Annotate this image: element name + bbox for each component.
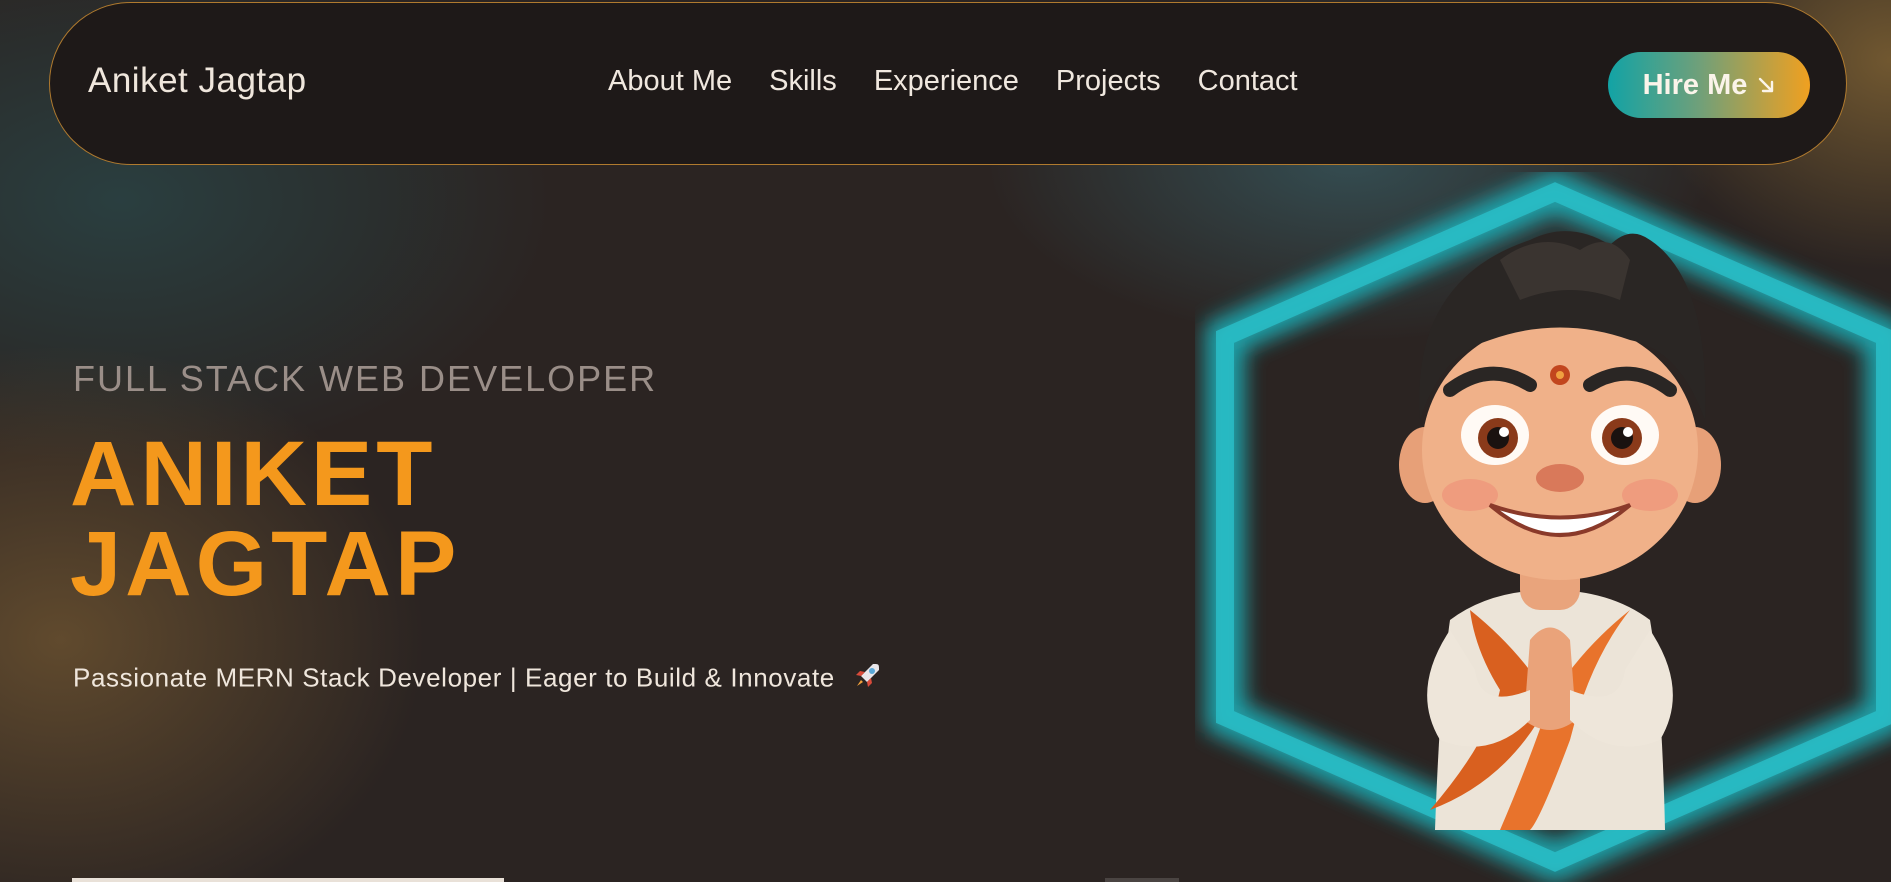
avatar-illustration xyxy=(1380,220,1740,830)
nav-link-skills[interactable]: Skills xyxy=(769,65,837,98)
page: Aniket Jagtap About Me Skills Experience… xyxy=(0,0,1891,882)
hire-me-button[interactable]: Hire Me xyxy=(1608,52,1810,118)
arrow-down-right-icon xyxy=(1757,76,1775,94)
hire-me-label: Hire Me xyxy=(1642,68,1748,101)
rocket-icon xyxy=(851,660,883,699)
hero-subtitle: FULL STACK WEB DEVELOPER xyxy=(73,358,658,399)
nav-links: About Me Skills Experience Projects Cont… xyxy=(608,65,1298,98)
hero-tagline-row: Passionate MERN Stack Developer | Eager … xyxy=(73,660,883,699)
hero-name-line-1: ANIKET xyxy=(70,423,437,525)
nav-link-experience[interactable]: Experience xyxy=(874,65,1019,98)
nav-link-contact[interactable]: Contact xyxy=(1198,65,1298,98)
brand-logo[interactable]: Aniket Jagtap xyxy=(88,61,307,101)
bottom-divider xyxy=(72,878,504,882)
nav-link-about-me[interactable]: About Me xyxy=(608,65,732,98)
nav-link-projects[interactable]: Projects xyxy=(1056,65,1161,98)
navbar: Aniket Jagtap About Me Skills Experience… xyxy=(49,2,1847,165)
hero-name-line-2: JAGTAP xyxy=(70,513,461,615)
hero-tagline: Passionate MERN Stack Developer | Eager … xyxy=(73,662,835,693)
bottom-tab-fragment xyxy=(1105,878,1179,882)
